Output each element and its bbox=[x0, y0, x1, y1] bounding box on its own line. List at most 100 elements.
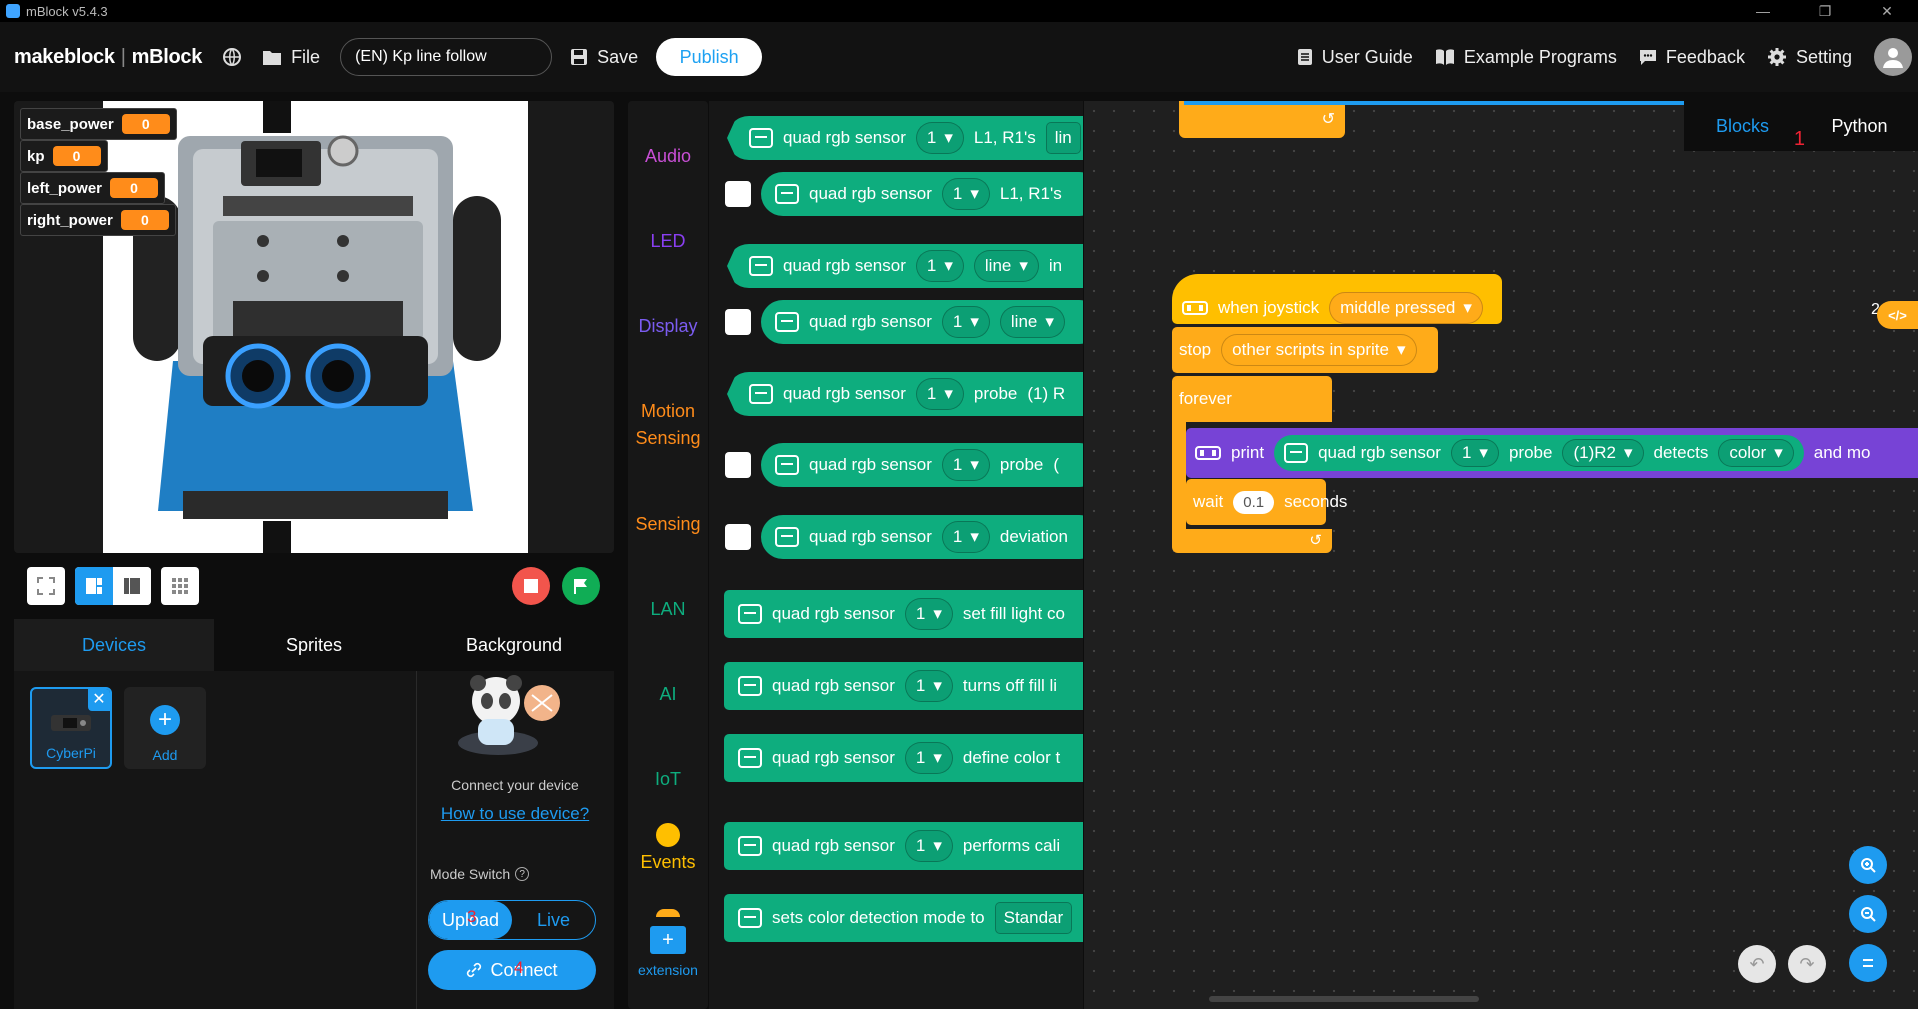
layout-small-stage-button[interactable] bbox=[113, 567, 151, 605]
palette-block-quad-rgb-line-in[interactable]: quad rgb sensor 1 ▾ line ▾ in bbox=[727, 244, 1083, 288]
extension-button[interactable]: + extension bbox=[628, 918, 708, 980]
forever-block[interactable]: forever bbox=[1172, 376, 1332, 422]
project-name-input[interactable] bbox=[340, 38, 553, 76]
palette-block-quad-rgb-deviation[interactable]: quad rgb sensor 1 ▾ deviation bbox=[761, 515, 1083, 559]
mode-live-button[interactable]: Live bbox=[512, 901, 595, 939]
port-dropdown[interactable]: 1 ▾ bbox=[904, 830, 953, 862]
quad-rgb-detects-reporter[interactable]: quad rgb sensor 1 ▾ probe (1)R2 ▾ detects … bbox=[1274, 435, 1804, 471]
minimize-button[interactable]: — bbox=[1732, 0, 1794, 22]
setting-button[interactable]: Setting bbox=[1767, 47, 1852, 68]
category-events[interactable]: Events bbox=[628, 823, 708, 876]
feedback-button[interactable]: Feedback bbox=[1639, 47, 1745, 68]
port-dropdown[interactable]: 1 ▾ bbox=[915, 122, 964, 154]
line-dropdown[interactable]: line ▾ bbox=[973, 250, 1039, 282]
joystick-dropdown[interactable]: middle pressed ▾ bbox=[1329, 292, 1483, 324]
undo-button[interactable]: ↶ bbox=[1738, 945, 1776, 983]
category-audio[interactable]: Audio bbox=[628, 143, 708, 170]
port-dropdown[interactable]: 1 ▾ bbox=[941, 306, 990, 338]
publish-button[interactable]: Publish bbox=[656, 38, 763, 76]
palette-block-performs-calibration[interactable]: quad rgb sensor 1 ▾ performs cali bbox=[724, 822, 1083, 870]
mblock-app-icon bbox=[6, 4, 20, 18]
palette-block-define-color[interactable]: quad rgb sensor 1 ▾ define color t bbox=[724, 734, 1083, 782]
grid-view-button[interactable] bbox=[161, 567, 199, 605]
detects-dropdown[interactable]: color ▾ bbox=[1718, 439, 1794, 467]
redo-button[interactable]: ↷ bbox=[1788, 945, 1826, 983]
help-icon[interactable]: ? bbox=[515, 867, 530, 881]
layout-large-stage-button[interactable] bbox=[75, 567, 113, 605]
category-iot[interactable]: IoT bbox=[628, 766, 708, 793]
fullscreen-button[interactable] bbox=[27, 567, 65, 605]
wait-seconds-input[interactable]: 0.1 bbox=[1233, 490, 1275, 514]
checkbox[interactable] bbox=[725, 524, 751, 550]
close-button[interactable]: ✕ bbox=[1856, 0, 1918, 22]
partial-script-block[interactable]: ↺ bbox=[1179, 101, 1345, 138]
connect-label: Connect bbox=[490, 959, 558, 980]
file-menu[interactable]: File bbox=[262, 47, 320, 68]
port-dropdown[interactable]: 1 ▾ bbox=[904, 598, 953, 630]
zoom-in-button[interactable] bbox=[1849, 846, 1887, 884]
wait-block[interactable]: wait 0.1 seconds bbox=[1186, 479, 1347, 525]
port-dropdown[interactable]: 1 ▾ bbox=[915, 378, 964, 410]
feedback-label: Feedback bbox=[1665, 46, 1745, 67]
block-field[interactable]: Standar bbox=[994, 902, 1073, 934]
device-card-cyberpi[interactable]: ✕ CyberPi bbox=[30, 687, 112, 769]
example-programs-button[interactable]: Example Programs bbox=[1435, 47, 1617, 68]
category-display[interactable]: Display bbox=[628, 313, 708, 340]
connect-button[interactable]: Connect 4 bbox=[428, 950, 596, 990]
tab-devices[interactable]: Devices bbox=[14, 619, 214, 671]
port-dropdown[interactable]: 1 ▾ bbox=[941, 521, 990, 553]
add-device-button[interactable]: + Add bbox=[124, 687, 206, 769]
stage[interactable]: base_power 0 kp 0 left_power 0 right_pow… bbox=[14, 101, 614, 553]
stop-button[interactable] bbox=[512, 567, 550, 605]
checkbox[interactable] bbox=[725, 452, 751, 478]
port-dropdown[interactable]: 1 ▾ bbox=[915, 250, 964, 282]
how-to-use-device-link[interactable]: How to use device? bbox=[416, 804, 614, 824]
line-dropdown[interactable]: line ▾ bbox=[999, 306, 1065, 338]
palette-block-quad-rgb-probe[interactable]: quad rgb sensor 1 ▾ probe ( bbox=[761, 443, 1083, 487]
when-joystick-hat-block[interactable]: when joystick middle pressed ▾ bbox=[1172, 274, 1502, 324]
port-dropdown[interactable]: 1 ▾ bbox=[941, 178, 990, 210]
block-field[interactable]: lin bbox=[1045, 122, 1081, 154]
checkbox[interactable] bbox=[725, 309, 751, 335]
stop-dropdown[interactable]: other scripts in sprite ▾ bbox=[1221, 334, 1417, 366]
palette-block-quad-rgb-probe-r[interactable]: quad rgb sensor 1 ▾ probe (1) R bbox=[727, 372, 1083, 416]
print-block[interactable]: print quad rgb sensor 1 ▾ probe (1)R2 ▾ de… bbox=[1186, 428, 1918, 478]
tab-background[interactable]: Background bbox=[414, 619, 614, 671]
restore-button[interactable]: ❐ bbox=[1794, 0, 1856, 22]
save-button[interactable]: Save bbox=[570, 47, 638, 68]
palette-block-quad-rgb-l1r1-line[interactable]: quad rgb sensor 1 ▾ L1, R1's lin bbox=[727, 116, 1083, 160]
palette-block-color-detection-mode[interactable]: sets color detection mode to Standar bbox=[724, 894, 1083, 942]
fullscreen-icon bbox=[37, 577, 55, 595]
checkbox[interactable] bbox=[725, 181, 751, 207]
tab-sprites[interactable]: Sprites bbox=[214, 619, 414, 671]
port-dropdown[interactable]: 1 ▾ bbox=[1450, 439, 1499, 467]
tab-python[interactable]: Python bbox=[1801, 116, 1918, 137]
tab-blocks[interactable]: Blocks 1 bbox=[1684, 116, 1805, 150]
port-dropdown[interactable]: 1 ▾ bbox=[941, 449, 990, 481]
variable-name: right_power bbox=[27, 211, 113, 229]
palette-block-set-fill-light[interactable]: quad rgb sensor 1 ▾ set fill light co bbox=[724, 590, 1083, 638]
remove-device-icon[interactable]: ✕ bbox=[88, 689, 110, 711]
category-ai[interactable]: AI bbox=[628, 681, 708, 708]
green-flag-button[interactable] bbox=[562, 567, 600, 605]
category-motion-sensing[interactable]: Motion Sensing bbox=[628, 398, 708, 452]
palette-block-turns-off-fill-light[interactable]: quad rgb sensor 1 ▾ turns off fill li bbox=[724, 662, 1083, 710]
zoom-reset-button[interactable] bbox=[1849, 944, 1887, 982]
script-area[interactable]: ↺ when joystick middle pressed ▾ stop oth… bbox=[1084, 101, 1918, 1009]
zoom-out-button[interactable] bbox=[1849, 895, 1887, 933]
user-guide-button[interactable]: User Guide bbox=[1297, 47, 1413, 68]
port-dropdown[interactable]: 1 ▾ bbox=[904, 670, 953, 702]
stop-block[interactable]: stop other scripts in sprite ▾ bbox=[1172, 327, 1438, 373]
palette-block-quad-rgb-l1r1[interactable]: quad rgb sensor 1 ▾ L1, R1's bbox=[761, 172, 1083, 216]
category-led[interactable]: LED bbox=[628, 228, 708, 255]
palette-block-quad-rgb-line[interactable]: quad rgb sensor 1 ▾ line ▾ bbox=[761, 300, 1083, 344]
code-toggle-button[interactable]: </> bbox=[1877, 301, 1918, 329]
probe-dropdown[interactable]: (1)R2 ▾ bbox=[1562, 439, 1644, 467]
category-lan[interactable]: LAN bbox=[628, 596, 708, 623]
user-avatar[interactable] bbox=[1874, 38, 1912, 76]
category-sensing[interactable]: Sensing bbox=[628, 511, 708, 538]
port-dropdown[interactable]: 1 ▾ bbox=[904, 742, 953, 774]
mode-upload-button[interactable]: Upload 3 bbox=[429, 901, 512, 939]
language-button[interactable] bbox=[222, 47, 242, 67]
horizontal-scrollbar[interactable] bbox=[1209, 996, 1479, 1002]
